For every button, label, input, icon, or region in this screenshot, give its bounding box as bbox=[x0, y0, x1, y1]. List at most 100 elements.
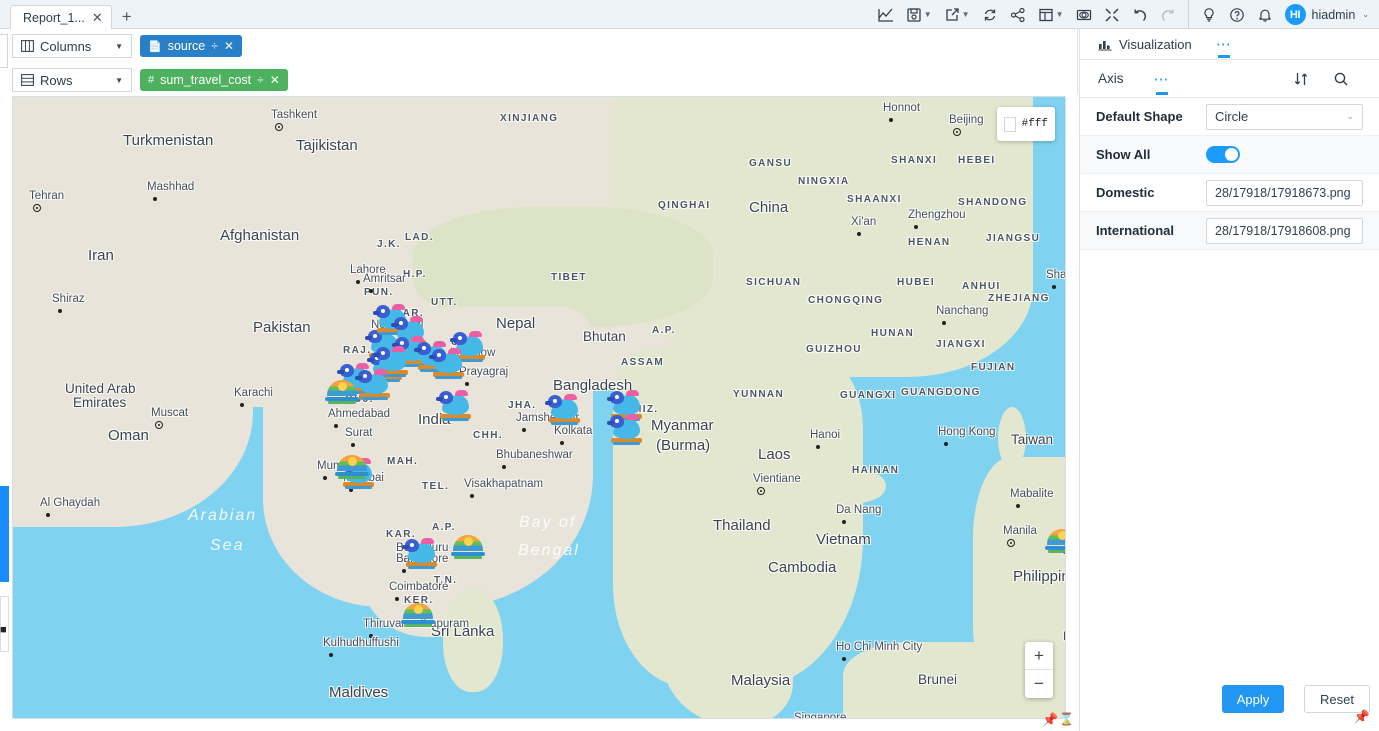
city-dot bbox=[402, 569, 406, 573]
zoom-out-button[interactable]: − bbox=[1025, 670, 1053, 698]
field-function-icon[interactable]: ÷ bbox=[257, 73, 264, 87]
chevron-down-icon[interactable]: ▼ bbox=[115, 42, 123, 51]
panel-footer: Apply Reset 📌 bbox=[1080, 671, 1379, 731]
map-zoom-controls[interactable]: + − bbox=[1025, 642, 1053, 698]
field-pill-sum-travel-cost[interactable]: # sum_travel_cost ÷ ✕ bbox=[140, 69, 288, 91]
sort-icon[interactable] bbox=[1281, 71, 1321, 87]
map-marker-domestic[interactable] bbox=[439, 391, 473, 421]
fullscreen-icon[interactable] bbox=[1098, 0, 1126, 29]
rows-shelf-label[interactable]: Rows ▼ bbox=[12, 68, 132, 92]
zoom-in-button[interactable]: + bbox=[1025, 642, 1053, 670]
chevron-down-icon[interactable]: ⌄ bbox=[1346, 111, 1354, 122]
property-label: Show All bbox=[1096, 147, 1206, 162]
user-menu[interactable]: HI hiadmin ⌄ bbox=[1279, 4, 1379, 25]
map-marker-domestic[interactable] bbox=[548, 395, 582, 425]
map-marker-international[interactable] bbox=[335, 453, 369, 479]
refresh-icon[interactable] bbox=[976, 0, 1004, 29]
default-shape-select[interactable]: Circle ⌄ bbox=[1206, 104, 1363, 130]
map-bottom-strip bbox=[0, 719, 1078, 731]
redo-icon[interactable] bbox=[1154, 0, 1182, 29]
city-dot bbox=[240, 403, 244, 407]
map-visualization[interactable]: Arabian Sea Bay of Bengal TurkmenistanTa… bbox=[12, 96, 1066, 719]
right-properties-panel: Visualization ⋯ Axis ⋯ Default Shape Cir… bbox=[1079, 29, 1379, 731]
city-dot bbox=[1016, 504, 1020, 508]
international-image-input[interactable]: 28/17918/17918608.png bbox=[1206, 218, 1363, 244]
map-marker-domestic[interactable] bbox=[405, 539, 439, 569]
property-row-international: International 28/17918/17918608.png bbox=[1080, 212, 1379, 250]
map-marker-domestic[interactable] bbox=[358, 370, 392, 400]
remove-field-icon[interactable]: ✕ bbox=[224, 39, 234, 53]
columns-icon bbox=[21, 40, 34, 52]
panel-more-button[interactable]: ⋯ bbox=[1216, 29, 1232, 60]
left-edge-panel-handle[interactable] bbox=[0, 486, 9, 582]
tab-visualization-label: Visualization bbox=[1119, 37, 1192, 52]
lightbulb-icon[interactable] bbox=[1195, 0, 1223, 29]
pin-icon[interactable]: 📌 bbox=[1354, 709, 1370, 725]
color-swatch[interactable] bbox=[1004, 117, 1016, 132]
export-icon[interactable]: ▼ bbox=[938, 0, 976, 29]
document-tab-report1[interactable]: Report_1... ✕ bbox=[10, 5, 112, 29]
show-all-toggle[interactable] bbox=[1206, 146, 1240, 163]
map-marker-international[interactable] bbox=[1045, 527, 1066, 553]
capital-dot bbox=[33, 204, 41, 212]
top-bar: Report_1... ✕ + ▼ ▼ bbox=[0, 0, 1379, 29]
map-color-chip[interactable]: #fff bbox=[997, 107, 1055, 141]
chevron-down-icon[interactable]: ▼ bbox=[924, 10, 932, 19]
map-marker-international[interactable] bbox=[451, 533, 485, 559]
document-tab-label: Report_1... bbox=[23, 11, 85, 25]
notification-bell-icon[interactable] bbox=[1251, 0, 1279, 29]
presentation-icon[interactable] bbox=[1070, 0, 1098, 29]
layout-icon[interactable]: ▼ bbox=[1032, 0, 1070, 29]
field-pill-label: sum_travel_cost bbox=[160, 73, 251, 87]
rows-drop-zone[interactable]: # sum_travel_cost ÷ ✕ bbox=[132, 68, 288, 92]
shelf-left-handle bbox=[0, 34, 8, 68]
pin-icon[interactable]: 📌 bbox=[1042, 712, 1058, 728]
document-tabstrip: Report_1... ✕ + bbox=[10, 0, 132, 29]
share-icon[interactable] bbox=[1004, 0, 1032, 29]
help-icon[interactable] bbox=[1223, 0, 1251, 29]
field-pill-label: source bbox=[168, 39, 206, 53]
rows-shelf: Rows ▼ # sum_travel_cost ÷ ✕ bbox=[12, 68, 288, 92]
shelf-area: Columns ▼ 📄 source ÷ ✕ Rows ▼ # bbox=[0, 29, 1078, 95]
color-hex-value: #fff bbox=[1022, 118, 1048, 130]
domestic-image-input[interactable]: 28/17918/17918673.png bbox=[1206, 180, 1363, 206]
chevron-down-icon[interactable]: ▼ bbox=[115, 76, 123, 85]
property-row-default-shape: Default Shape Circle ⌄ bbox=[1080, 98, 1379, 136]
search-icon[interactable] bbox=[1321, 71, 1361, 87]
landmass-taiwan bbox=[998, 407, 1026, 469]
city-dot bbox=[323, 476, 327, 480]
columns-label-text: Columns bbox=[40, 39, 91, 54]
chevron-down-icon[interactable]: ▼ bbox=[1056, 10, 1064, 19]
field-pill-source[interactable]: 📄 source ÷ ✕ bbox=[140, 35, 242, 57]
map-marker-domestic[interactable] bbox=[432, 349, 466, 379]
map-marker-international[interactable] bbox=[325, 378, 359, 404]
chevron-down-icon[interactable]: ▼ bbox=[962, 10, 970, 19]
city-dot bbox=[502, 465, 506, 469]
undo-icon[interactable] bbox=[1126, 0, 1154, 29]
add-tab-button[interactable]: + bbox=[122, 8, 132, 25]
city-dot bbox=[816, 445, 820, 449]
remove-field-icon[interactable]: ✕ bbox=[270, 73, 280, 87]
city-dot bbox=[1052, 285, 1056, 289]
avatar: HI bbox=[1285, 4, 1306, 25]
number-icon: # bbox=[148, 74, 154, 86]
columns-shelf-label[interactable]: Columns ▼ bbox=[12, 34, 132, 58]
subtab-more-button[interactable]: ⋯ bbox=[1154, 60, 1170, 98]
field-function-icon[interactable]: ÷ bbox=[211, 39, 218, 53]
map-canvas[interactable]: Arabian Sea Bay of Bengal TurkmenistanTa… bbox=[13, 97, 1065, 718]
subtab-axis[interactable]: Axis bbox=[1098, 71, 1124, 86]
rows-label-text: Rows bbox=[40, 73, 73, 88]
chart-icon[interactable] bbox=[872, 0, 900, 29]
close-icon[interactable]: ✕ bbox=[92, 11, 103, 24]
property-label: International bbox=[1096, 223, 1206, 238]
map-marker-international[interactable] bbox=[401, 601, 435, 627]
chevron-down-icon[interactable]: ⌄ bbox=[1362, 10, 1369, 19]
capital-dot bbox=[953, 128, 961, 136]
map-marker-domestic[interactable] bbox=[610, 415, 644, 445]
apply-button[interactable]: Apply bbox=[1222, 685, 1284, 713]
tab-visualization[interactable]: Visualization bbox=[1098, 29, 1192, 60]
columns-drop-zone[interactable]: 📄 source ÷ ✕ bbox=[132, 34, 242, 58]
save-icon[interactable]: ▼ bbox=[900, 0, 938, 29]
property-row-show-all: Show All bbox=[1080, 136, 1379, 174]
city-dot bbox=[329, 653, 333, 657]
